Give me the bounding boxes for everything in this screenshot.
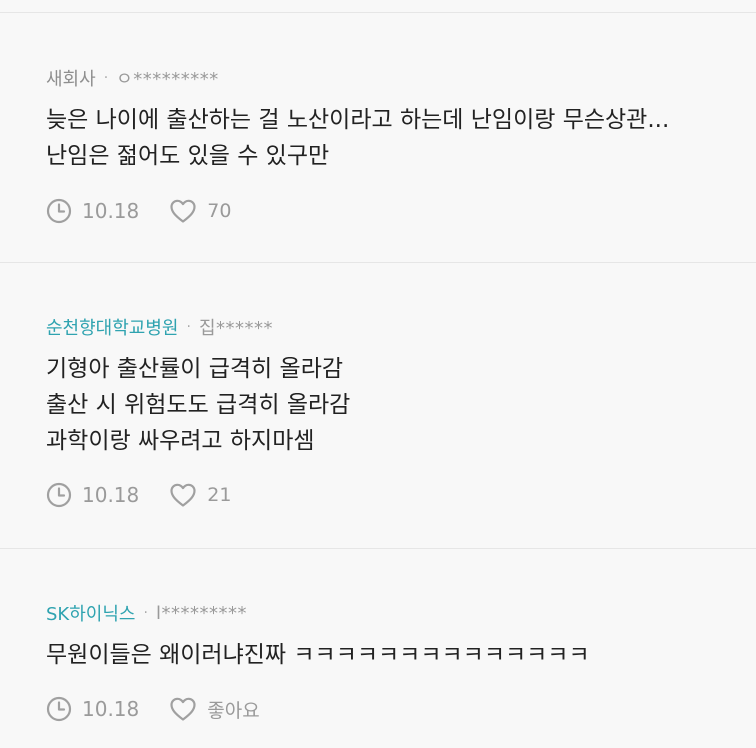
- heart-icon: [170, 483, 196, 507]
- heart-icon: [170, 697, 196, 721]
- comment-divider: [0, 548, 756, 549]
- company-name[interactable]: 새회사: [46, 65, 96, 91]
- author-nickname: ㅇ*********: [116, 69, 219, 90]
- company-name[interactable]: 순천향대학교병원: [46, 314, 178, 340]
- like-count: 21: [207, 484, 232, 506]
- comment-date: 10.18: [46, 482, 139, 508]
- comment-body: 무원이들은 왜이러냐진짜 ㅋㅋㅋㅋㅋㅋㅋㅋㅋㅋㅋㅋㅋㅋ: [46, 637, 716, 673]
- company-name[interactable]: SK하이닉스: [46, 600, 135, 626]
- comment-date: 10.18: [46, 198, 139, 224]
- like-count: 좋아요: [207, 699, 260, 722]
- like-button[interactable]: 70: [169, 198, 231, 224]
- like-button[interactable]: 21: [169, 482, 231, 508]
- author-nickname: l*********: [155, 602, 247, 624]
- like-button[interactable]: 좋아요: [169, 696, 260, 723]
- date-text: 10.18: [82, 199, 140, 223]
- meta-separator: ·: [103, 70, 109, 86]
- comment-footer: 10.18 70: [46, 196, 716, 226]
- comment-item: SK하이닉스 · l********* 무원이들은 왜이러냐진짜 ㅋㅋㅋㅋㅋㅋㅋ…: [0, 601, 756, 724]
- comment-line: 과학이랑 싸우려고 하지마셈: [46, 428, 315, 454]
- clock-icon: [46, 482, 72, 508]
- comment-line: 난임은 젊어도 있을 수 있구만: [46, 143, 330, 169]
- comment-meta: 순천향대학교병원 · 집******: [46, 315, 716, 339]
- date-text: 10.18: [82, 483, 140, 507]
- date-text: 10.18: [82, 697, 140, 721]
- comment-body: 늦은 나이에 출산하는 걸 노산이라고 하는데 난임이랑 무슨상관... 난임은…: [46, 102, 716, 174]
- meta-separator: ·: [186, 319, 191, 335]
- clock-icon: [46, 198, 72, 224]
- like-count: 70: [207, 200, 232, 222]
- meta-separator: ·: [143, 605, 148, 621]
- comment-meta: 새회사 · ㅇ*********: [46, 66, 716, 90]
- heart-icon: [170, 199, 196, 223]
- comment-meta: SK하이닉스 · l*********: [46, 600, 716, 626]
- author-nickname: 집******: [198, 318, 273, 339]
- comment-date: 10.18: [46, 696, 139, 722]
- clock-icon: [46, 696, 72, 722]
- comment-item: 새회사 · ㅇ********* 늦은 나이에 출산하는 걸 노산이라고 하는데…: [0, 66, 756, 226]
- comment-line: 무원이들은 왜이러냐진짜 ㅋㅋㅋㅋㅋㅋㅋㅋㅋㅋㅋㅋㅋㅋ: [46, 642, 590, 668]
- comment-footer: 10.18 21: [46, 480, 716, 510]
- comment-line: 기형아 출산률이 급격히 올라감: [46, 356, 344, 382]
- top-divider: [0, 12, 756, 13]
- comment-divider: [0, 262, 756, 263]
- comment-item: 순천향대학교병원 · 집****** 기형아 출산률이 급격히 올라감 출산 시…: [0, 315, 756, 510]
- comment-footer: 10.18 좋아요: [46, 694, 716, 724]
- comment-body: 기형아 출산률이 급격히 올라감 출산 시 위험도도 급격히 올라감 과학이랑 …: [46, 351, 716, 459]
- comment-line: 출산 시 위험도도 급격히 올라감: [46, 392, 351, 418]
- comment-line: 늦은 나이에 출산하는 걸 노산이라고 하는데 난임이랑 무슨상관...: [46, 107, 670, 133]
